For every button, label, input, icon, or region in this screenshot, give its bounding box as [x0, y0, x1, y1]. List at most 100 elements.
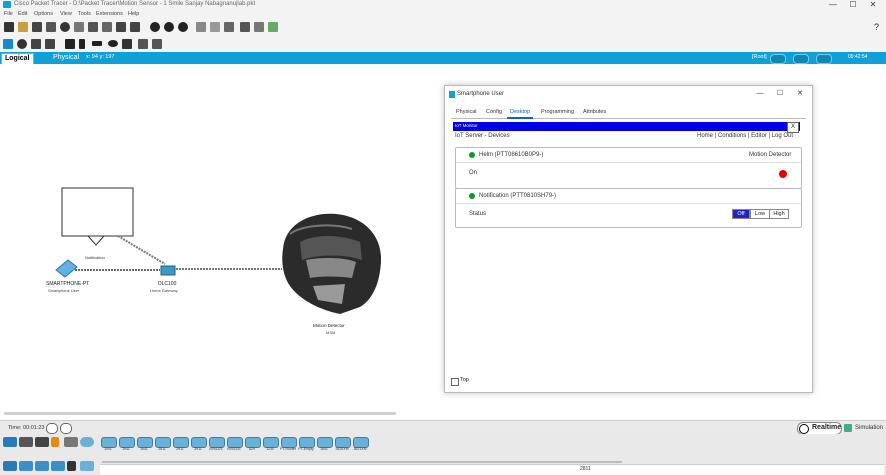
wireless-devices-icon[interactable] [51, 461, 65, 471]
print-icon[interactable] [46, 22, 56, 32]
select-icon[interactable] [3, 39, 13, 49]
device-item[interactable]: PT-Router [280, 437, 297, 452]
iot-nav-links[interactable]: Home | Conditions | Editor | Log Out [697, 133, 793, 139]
workspace-scrollbar[interactable] [4, 412, 396, 415]
root-label[interactable]: [Root] [752, 54, 767, 60]
notification-note[interactable] [61, 187, 134, 246]
tab-programming[interactable]: Programming [538, 108, 577, 117]
undo-icon[interactable] [116, 22, 126, 32]
always-on-top-checkbox[interactable] [451, 378, 459, 386]
wan-emulation-icon[interactable] [80, 461, 94, 471]
hubs-icon[interactable] [35, 461, 49, 471]
dialog-close-button[interactable]: ✕ [793, 89, 807, 99]
freeform-icon[interactable] [122, 39, 132, 49]
switches-icon[interactable] [19, 461, 33, 471]
network-devices-icon[interactable] [3, 437, 17, 447]
device-item[interactable]: 2911 [190, 437, 207, 452]
help-icon[interactable]: ? [874, 22, 879, 32]
routers-icon[interactable] [3, 461, 17, 471]
dialog-maximize-button[interactable]: ☐ [773, 89, 787, 99]
menu-help[interactable]: Help [128, 11, 139, 17]
device-item[interactable]: ISR4331 [226, 437, 243, 452]
note-icon[interactable] [65, 39, 75, 49]
custom-devices-icon[interactable] [210, 22, 220, 32]
image-icon[interactable] [268, 22, 278, 32]
close-button[interactable]: ✕ [862, 0, 884, 10]
menu-extensions[interactable]: Extensions [96, 11, 123, 17]
zoom-in-icon[interactable] [150, 22, 160, 32]
home-gateway-device[interactable] [160, 265, 176, 276]
menu-edit[interactable]: Edit [18, 11, 27, 17]
minimize-button[interactable]: — [822, 0, 844, 10]
open-folder-icon[interactable] [18, 22, 28, 32]
menu-view[interactable]: View [60, 11, 72, 17]
add-complex-pdu-icon[interactable] [152, 39, 162, 49]
new-cluster-button[interactable] [770, 54, 786, 64]
ellipse-icon[interactable] [108, 40, 118, 47]
set-tiled-background-button[interactable] [816, 54, 832, 64]
device-item[interactable]: 1240 [262, 437, 279, 452]
miscellaneous-icon[interactable] [64, 437, 78, 447]
tab-config[interactable]: Config [483, 108, 505, 117]
power-cycle-button[interactable] [46, 423, 58, 434]
delete-icon[interactable] [31, 39, 41, 49]
multiuser-icon[interactable] [80, 437, 94, 447]
iot-close-button[interactable]: X [787, 122, 799, 133]
monitor-icon[interactable] [254, 22, 264, 32]
calendar-icon[interactable] [224, 22, 234, 32]
paste-icon[interactable] [102, 22, 112, 32]
tab-physical[interactable]: Physical [453, 108, 479, 117]
inspect-icon[interactable] [17, 39, 27, 49]
security-icon[interactable] [67, 461, 76, 471]
simulation-icon[interactable] [844, 424, 852, 432]
device-item[interactable]: 1941 [136, 437, 153, 452]
components-icon[interactable] [35, 437, 49, 447]
device-list-scrollbar[interactable] [102, 461, 622, 463]
info-icon[interactable] [60, 22, 70, 32]
dialog-minimize-button[interactable]: — [753, 89, 767, 99]
network-info-icon[interactable] [74, 22, 84, 32]
fast-forward-button[interactable] [60, 423, 72, 434]
device-item[interactable]: 2811 [154, 437, 171, 452]
tab-attributes[interactable]: Attributes [580, 108, 609, 117]
device-item[interactable]: 2620XM [334, 437, 351, 452]
new-file-icon[interactable] [4, 22, 14, 32]
device-item[interactable]: 829 [244, 437, 261, 452]
device-item[interactable]: 1841 [316, 437, 333, 452]
rectangle-icon[interactable] [92, 41, 102, 46]
simulation-label[interactable]: Simulation [855, 425, 883, 431]
draw-line-icon[interactable] [79, 39, 85, 49]
device-item[interactable]: 1941 [100, 437, 117, 452]
smartphone-device[interactable] [55, 259, 78, 278]
device-item[interactable]: 1941 [118, 437, 135, 452]
menu-options[interactable]: Options [34, 11, 53, 17]
palette-icon[interactable] [196, 22, 206, 32]
maximize-button[interactable]: ☐ [842, 0, 864, 10]
tab-desktop[interactable]: Desktop [507, 108, 534, 119]
zoom-reset-icon[interactable] [164, 22, 174, 32]
status-option-low[interactable]: Low [750, 209, 770, 219]
device-item[interactable]: 2911 [172, 437, 189, 452]
move-object-button[interactable] [793, 54, 809, 64]
device-card-helm[interactable]: Helm (PTT08610B0P9-) Motion Detector On [455, 147, 802, 189]
end-devices-icon[interactable] [19, 437, 33, 447]
resize-icon[interactable] [45, 39, 55, 49]
save-icon[interactable] [32, 22, 42, 32]
menu-file[interactable]: File [4, 11, 13, 17]
add-simple-pdu-icon[interactable] [138, 39, 148, 49]
device-item[interactable]: ISR4321 [208, 437, 225, 452]
time-display: Time: 00:01:23 [8, 425, 45, 431]
redo-icon[interactable] [130, 22, 140, 32]
connections-icon[interactable] [51, 437, 59, 447]
tablet-icon[interactable] [240, 22, 250, 32]
device-item[interactable]: PT-Empty [298, 437, 315, 452]
motion-detector-device[interactable] [282, 213, 382, 314]
status-option-off[interactable]: Off [732, 209, 750, 219]
status-option-high[interactable]: High [769, 209, 789, 219]
tab-physical[interactable]: Physical [50, 53, 82, 63]
copy-icon[interactable] [88, 22, 98, 32]
menu-tools[interactable]: Tools [78, 11, 91, 17]
zoom-out-icon[interactable] [178, 22, 188, 32]
device-item[interactable]: 2621XM [352, 437, 369, 452]
device-card-notification[interactable]: Notification (PTT0810SH79-) Status Off L… [455, 188, 802, 228]
